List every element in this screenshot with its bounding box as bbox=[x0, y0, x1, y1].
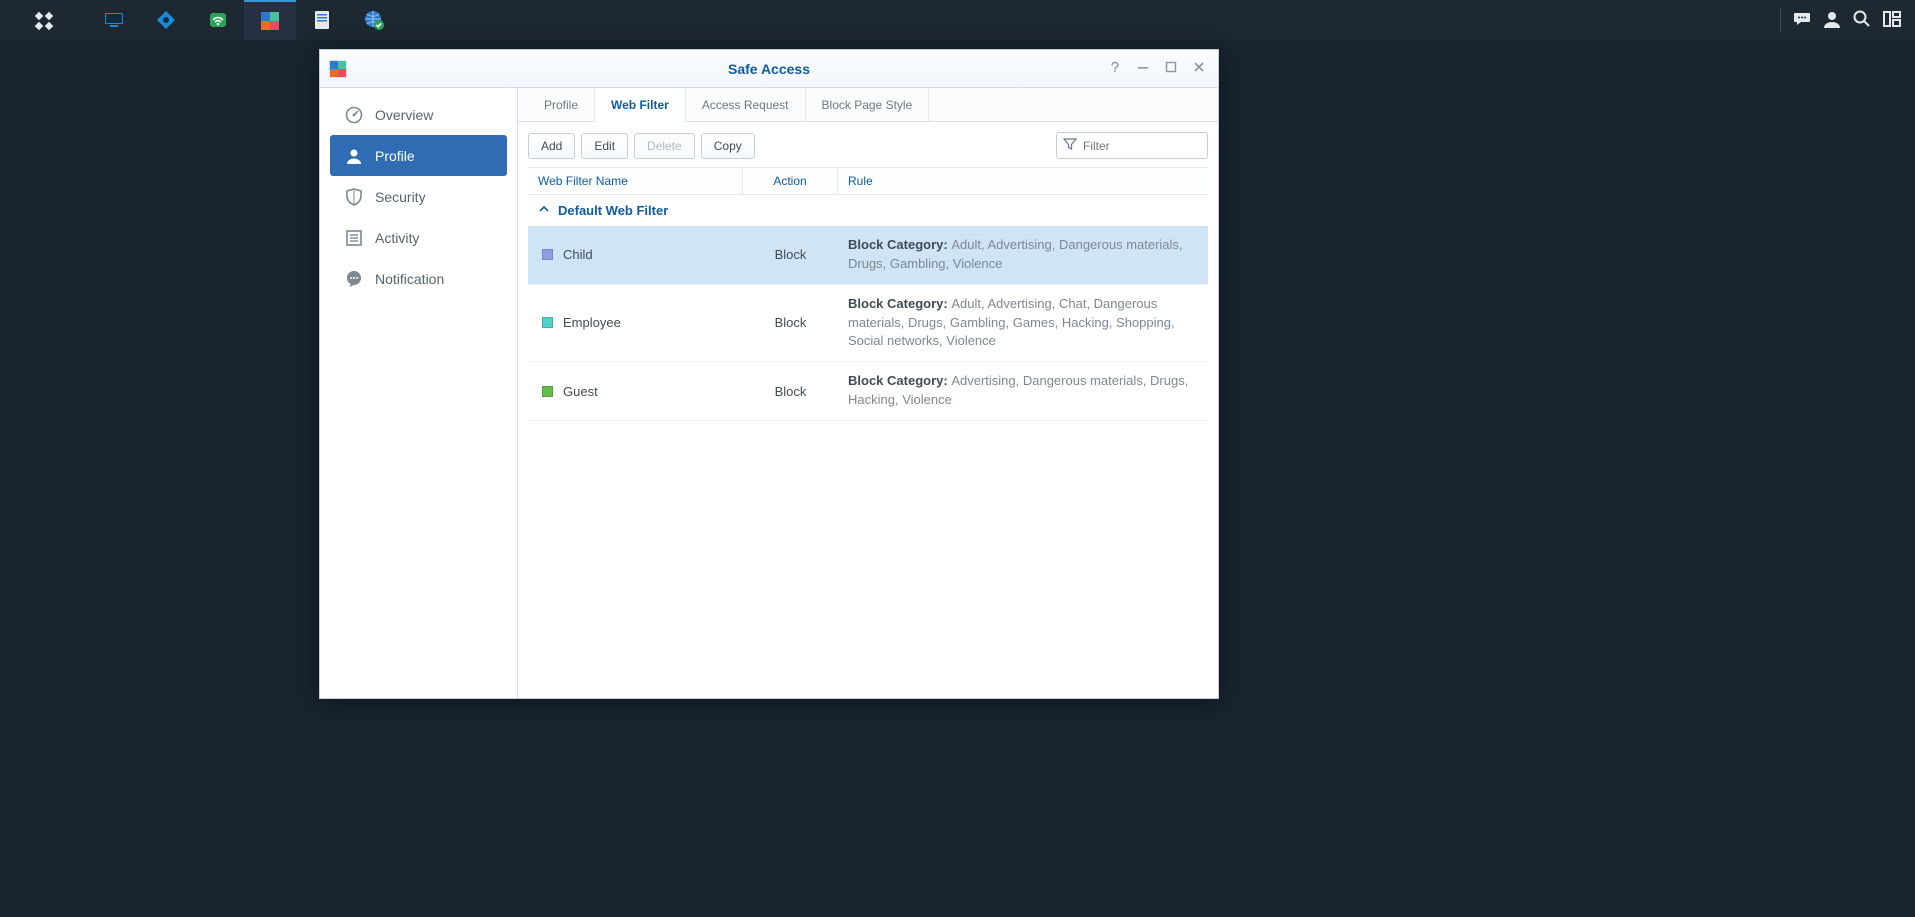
taskbar-chat[interactable] bbox=[1787, 0, 1817, 40]
taskbar-app-web[interactable] bbox=[348, 0, 400, 40]
column-header-rule[interactable]: Rule bbox=[838, 168, 1208, 194]
rule-prefix: Block Category: bbox=[848, 237, 951, 252]
tab-bar: Profile Web Filter Access Request Block … bbox=[518, 88, 1218, 122]
cell-name: Guest bbox=[528, 374, 743, 409]
copy-button[interactable]: Copy bbox=[701, 133, 755, 159]
toolbar: Add Edit Delete Copy bbox=[518, 122, 1218, 167]
wifi-icon bbox=[207, 9, 229, 31]
taskbar-right bbox=[1774, 0, 1907, 40]
user-icon bbox=[1822, 9, 1842, 32]
add-button[interactable]: Add bbox=[528, 133, 575, 159]
taskbar-app-wifi[interactable] bbox=[192, 0, 244, 40]
help-icon bbox=[1108, 60, 1122, 77]
taskbar-widgets[interactable] bbox=[1877, 0, 1907, 40]
window-minimize[interactable] bbox=[1130, 56, 1156, 82]
list-icon bbox=[344, 228, 364, 248]
cell-rule: Block Category: Advertising, Dangerous m… bbox=[838, 362, 1208, 420]
taskbar-left bbox=[0, 0, 400, 40]
cell-name: Child bbox=[528, 237, 743, 272]
taskbar-main-menu[interactable] bbox=[0, 0, 88, 40]
table-row[interactable]: Child BlockBlock Category: Adult, Adverti… bbox=[528, 226, 1208, 285]
search-icon bbox=[1852, 9, 1872, 32]
sidebar-item-label: Activity bbox=[375, 230, 419, 246]
color-swatch bbox=[542, 317, 553, 328]
taskbar-search[interactable] bbox=[1847, 0, 1877, 40]
content-area: Profile Web Filter Access Request Block … bbox=[518, 88, 1218, 698]
taskbar-app-network[interactable] bbox=[140, 0, 192, 40]
system-taskbar bbox=[0, 0, 1915, 40]
user-icon bbox=[344, 146, 364, 166]
sidebar: Overview Profile Security Activity Notif… bbox=[320, 88, 518, 698]
filter-name: Employee bbox=[563, 315, 621, 330]
filter-icon bbox=[1063, 137, 1077, 154]
color-swatch bbox=[542, 386, 553, 397]
sidebar-item-label: Profile bbox=[375, 148, 415, 164]
edit-button[interactable]: Edit bbox=[581, 133, 628, 159]
window-close[interactable] bbox=[1186, 56, 1212, 82]
sidebar-item-security[interactable]: Security bbox=[330, 176, 507, 217]
taskbar-app-desktop[interactable] bbox=[88, 0, 140, 40]
taskbar-separator bbox=[1780, 8, 1781, 32]
sidebar-item-label: Security bbox=[375, 189, 426, 205]
window-title: Safe Access bbox=[728, 61, 810, 77]
sidebar-item-label: Overview bbox=[375, 107, 433, 123]
tab-profile[interactable]: Profile bbox=[528, 88, 595, 121]
taskbar-app-safe-access[interactable] bbox=[244, 0, 296, 40]
window-help[interactable] bbox=[1102, 56, 1128, 82]
cell-action: Block bbox=[743, 237, 838, 272]
group-label: Default Web Filter bbox=[558, 203, 668, 218]
apps-grid-icon bbox=[33, 10, 55, 32]
taskbar-user[interactable] bbox=[1817, 0, 1847, 40]
tab-block-page-style[interactable]: Block Page Style bbox=[806, 88, 930, 121]
table-row[interactable]: Guest BlockBlock Category: Advertising, D… bbox=[528, 362, 1208, 421]
sidebar-item-notification[interactable]: Notification bbox=[330, 258, 507, 299]
filter-input[interactable] bbox=[1083, 139, 1238, 153]
web-filter-grid: Web Filter Name Action Rule Default Web … bbox=[518, 167, 1218, 698]
panels-icon bbox=[1882, 9, 1902, 32]
network-icon bbox=[155, 9, 177, 31]
sidebar-item-activity[interactable]: Activity bbox=[330, 217, 507, 258]
sidebar-item-profile[interactable]: Profile bbox=[330, 135, 507, 176]
filter-name: Child bbox=[563, 247, 593, 262]
close-icon bbox=[1192, 60, 1206, 77]
cell-name: Employee bbox=[528, 305, 743, 340]
chat-icon bbox=[1792, 9, 1812, 32]
cell-rule: Block Category: Adult, Advertising, Dang… bbox=[838, 226, 1208, 284]
app-icon bbox=[328, 59, 348, 79]
globe-check-icon bbox=[363, 9, 385, 31]
safe-access-icon bbox=[259, 10, 281, 32]
filter-name: Guest bbox=[563, 384, 598, 399]
gauge-icon bbox=[344, 105, 364, 125]
cell-action: Block bbox=[743, 374, 838, 409]
group-row-default[interactable]: Default Web Filter bbox=[528, 195, 1208, 226]
sidebar-item-overview[interactable]: Overview bbox=[330, 94, 507, 135]
table-row[interactable]: Employee BlockBlock Category: Adult, Adve… bbox=[528, 285, 1208, 363]
safe-access-window: Safe Access Overview Profi bbox=[319, 49, 1219, 699]
rule-prefix: Block Category: bbox=[848, 296, 951, 311]
tab-access-request[interactable]: Access Request bbox=[686, 88, 806, 121]
taskbar-app-notes[interactable] bbox=[296, 0, 348, 40]
sidebar-item-label: Notification bbox=[375, 271, 444, 287]
filter-box[interactable] bbox=[1056, 132, 1208, 159]
column-header-name[interactable]: Web Filter Name bbox=[528, 168, 743, 194]
window-controls bbox=[1102, 50, 1212, 87]
document-icon bbox=[311, 9, 333, 31]
chevron-up-icon bbox=[538, 203, 550, 218]
window-maximize[interactable] bbox=[1158, 56, 1184, 82]
chat-icon bbox=[344, 269, 364, 289]
window-titlebar[interactable]: Safe Access bbox=[320, 50, 1218, 88]
maximize-icon bbox=[1164, 60, 1178, 77]
tab-web-filter[interactable]: Web Filter bbox=[595, 88, 686, 121]
delete-button[interactable]: Delete bbox=[634, 133, 695, 159]
monitor-icon bbox=[103, 9, 125, 31]
rule-prefix: Block Category: bbox=[848, 373, 951, 388]
column-header-action[interactable]: Action bbox=[743, 168, 838, 194]
color-swatch bbox=[542, 249, 553, 260]
minimize-icon bbox=[1136, 60, 1150, 77]
cell-action: Block bbox=[743, 305, 838, 340]
shield-icon bbox=[344, 187, 364, 207]
cell-rule: Block Category: Adult, Advertising, Chat… bbox=[838, 285, 1208, 362]
grid-header: Web Filter Name Action Rule bbox=[528, 167, 1208, 195]
